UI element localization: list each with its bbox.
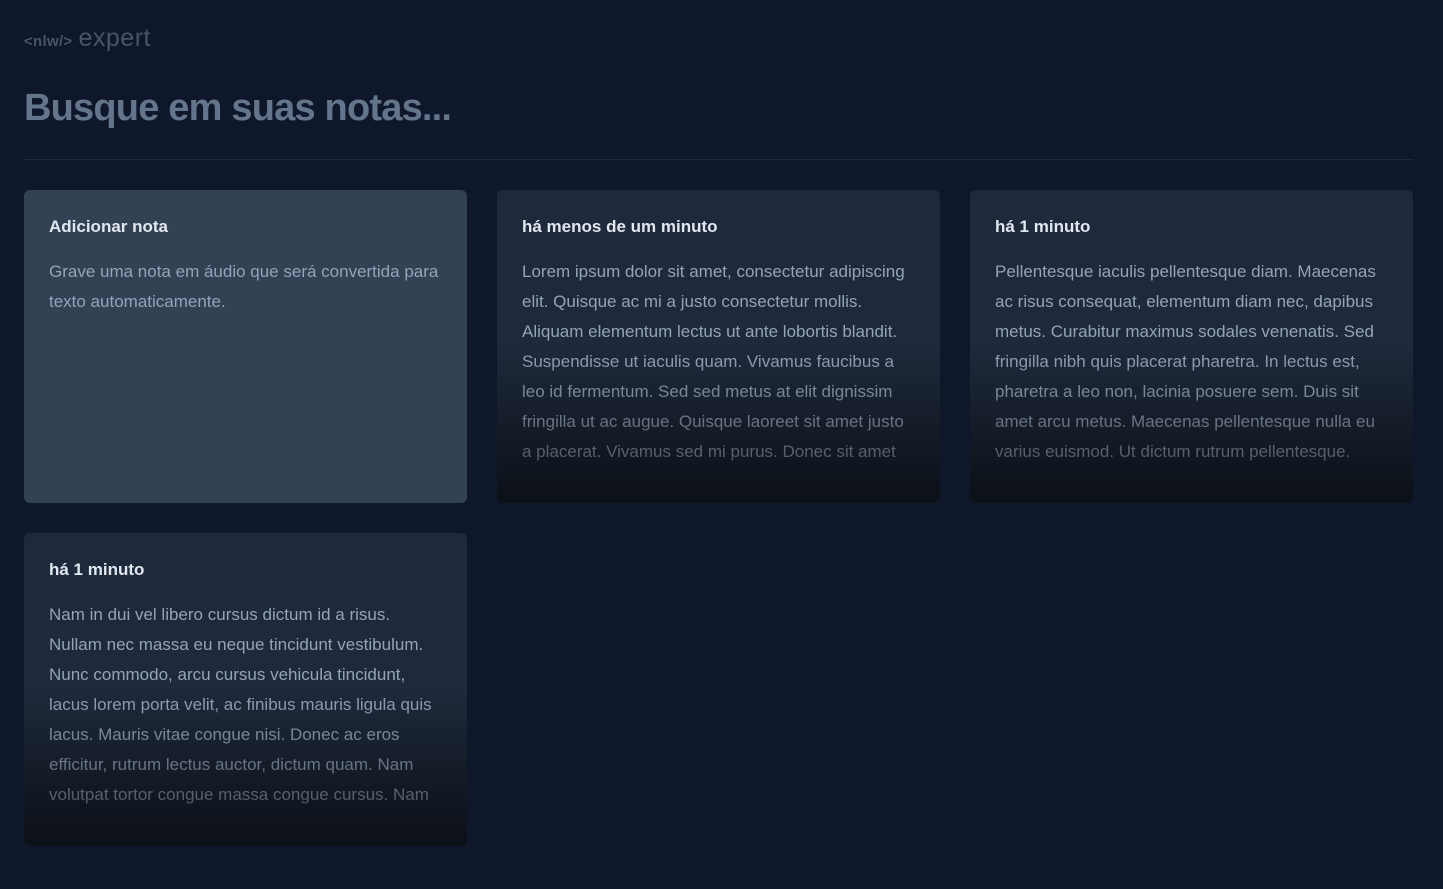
note-content: Lorem ipsum dolor sit amet, consectetur … — [522, 262, 905, 461]
note-date: há menos de um minuto — [522, 217, 718, 236]
note-content: Nam in dui vel libero cursus dictum id a… — [49, 605, 432, 804]
nlw-expert-logo: <nlw/> expert — [24, 24, 151, 52]
add-note-card[interactable]: Adicionar nota Grave uma nota em áudio q… — [24, 190, 467, 503]
add-note-title: Adicionar nota — [49, 217, 169, 236]
note-date: há 1 minuto — [49, 560, 145, 579]
logo-expert-text: expert — [78, 24, 151, 52]
notes-grid: Adicionar nota Grave uma nota em áudio q… — [24, 190, 1414, 846]
note-card[interactable]: há menos de um minuto Lorem ipsum dolor … — [497, 190, 940, 503]
logo-nlw-text: <nlw/> — [24, 33, 73, 50]
note-card[interactable]: há 1 minuto Nam in dui vel libero cursus… — [24, 533, 467, 846]
note-date: há 1 minuto — [995, 217, 1091, 236]
search-input[interactable] — [24, 80, 1414, 136]
divider — [24, 159, 1414, 160]
note-card[interactable]: há 1 minuto Pellentesque iaculis pellent… — [970, 190, 1413, 503]
add-note-description: Grave uma nota em áudio que será convert… — [49, 262, 439, 311]
note-content: Pellentesque iaculis pellentesque diam. … — [995, 262, 1376, 461]
